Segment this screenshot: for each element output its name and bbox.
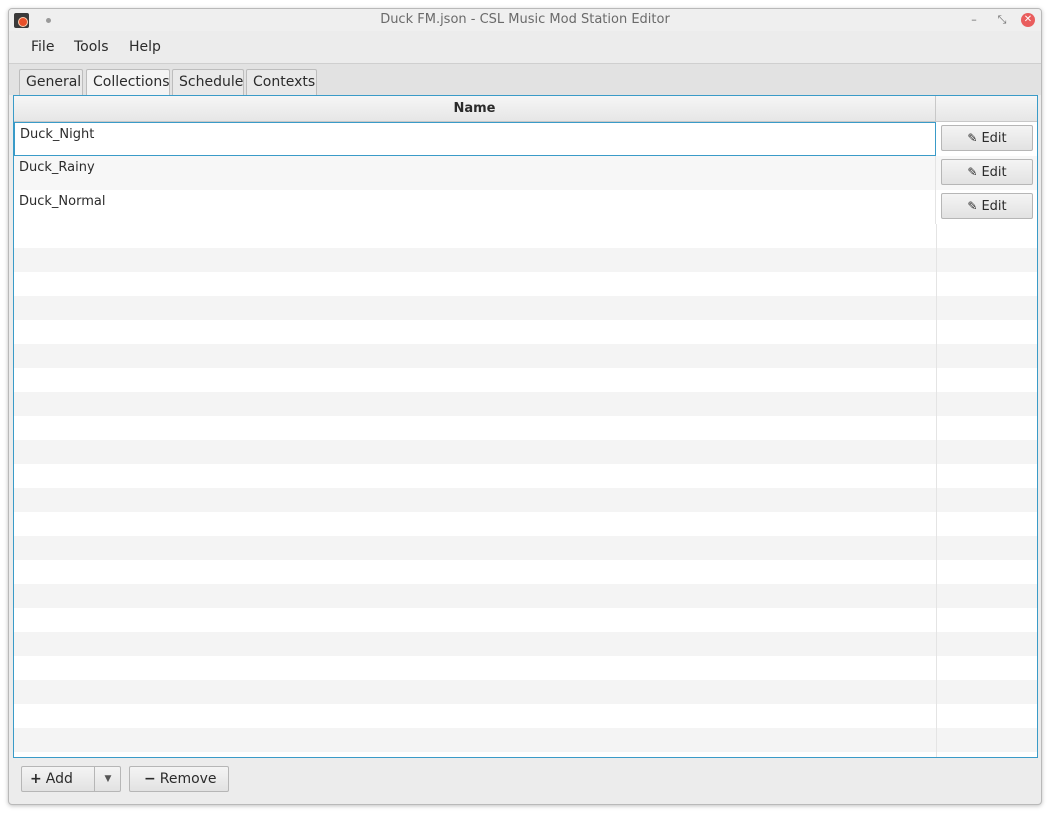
add-button[interactable]: + Add [22, 767, 95, 791]
column-header-name[interactable]: Name [14, 96, 936, 122]
edit-button[interactable]: ✎ Edit [941, 193, 1033, 219]
maximize-button[interactable]: ⤡ [995, 13, 1009, 27]
tab-general[interactable]: General [19, 69, 83, 95]
edit-button-label: Edit [981, 199, 1007, 214]
table-row[interactable]: Duck_Normal ✎ Edit [14, 190, 1037, 224]
tab-contexts[interactable]: Contexts [246, 69, 317, 95]
menu-file[interactable]: File [31, 39, 54, 55]
title-bar[interactable]: Duck FM.json - CSL Music Mod Station Edi… [9, 9, 1041, 31]
menu-tools[interactable]: Tools [74, 39, 109, 55]
pencil-icon: ✎ [967, 131, 978, 145]
bottom-toolbar: + Add ▼ − Remove [9, 761, 1041, 804]
menu-bar: File Tools Help [9, 35, 1041, 59]
tab-schedule[interactable]: Schedule [172, 69, 244, 95]
edit-button[interactable]: ✎ Edit [941, 125, 1033, 151]
menu-help[interactable]: Help [129, 39, 161, 55]
app-window: Duck FM.json - CSL Music Mod Station Edi… [8, 8, 1042, 805]
tab-collections[interactable]: Collections [86, 69, 170, 95]
edit-button[interactable]: ✎ Edit [941, 159, 1033, 185]
collections-table[interactable]: Name Duck_Night ✎ Edit Duck_Rainy ✎ Edit D… [13, 95, 1038, 758]
remove-button[interactable]: − Remove [129, 766, 229, 792]
close-button[interactable]: ✕ [1021, 13, 1035, 27]
add-dropdown-button[interactable]: ▼ [95, 767, 121, 791]
edit-button-label: Edit [981, 165, 1007, 180]
pencil-icon: ✎ [967, 165, 978, 179]
minus-icon: − [144, 771, 156, 787]
collection-name-cell[interactable]: Duck_Night [14, 122, 936, 156]
empty-table-area[interactable] [14, 224, 1037, 757]
collection-name-cell[interactable]: Duck_Rainy [14, 156, 936, 190]
pencil-icon: ✎ [967, 199, 978, 213]
table-row[interactable]: Duck_Night ✎ Edit [14, 122, 1037, 156]
tab-bar: General Collections Schedule Contexts [9, 63, 1041, 95]
table-row[interactable]: Duck_Rainy ✎ Edit [14, 156, 1037, 190]
table-header: Name [14, 96, 1037, 122]
remove-button-label: Remove [159, 771, 217, 787]
collection-name-cell[interactable]: Duck_Normal [14, 190, 936, 224]
chevron-down-icon: ▼ [104, 774, 112, 784]
edit-button-label: Edit [981, 131, 1007, 146]
column-header-actions[interactable] [936, 96, 1037, 122]
plus-icon: + [30, 771, 42, 787]
add-button-label: Add [45, 771, 73, 787]
add-split-button: + Add ▼ [21, 766, 121, 792]
minimize-button[interactable]: – [967, 13, 981, 27]
window-title: Duck FM.json - CSL Music Mod Station Edi… [380, 12, 670, 27]
